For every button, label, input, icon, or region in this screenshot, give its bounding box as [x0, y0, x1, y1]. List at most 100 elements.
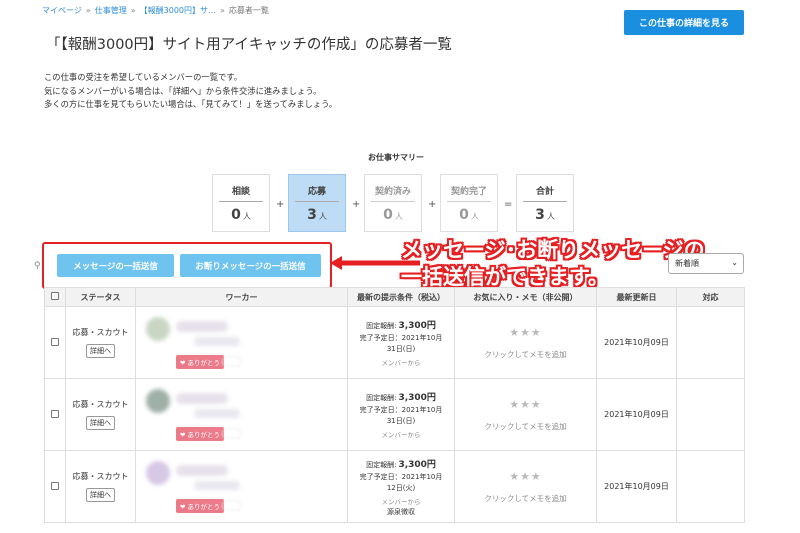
intro-line: この仕事の受注を希望しているメンバーの一覧です。 [44, 72, 243, 82]
avatar[interactable] [146, 461, 170, 485]
action-cell [676, 378, 745, 451]
summary-box-consult[interactable]: 相談 0人 [212, 174, 270, 232]
worker-name-blurred[interactable] [176, 465, 228, 476]
worker-name-blurred[interactable] [176, 321, 228, 332]
table-header-row: ステータス ワーカー 最新の提示条件（税込） お気に入り・メモ（非公開） 最新更… [44, 287, 745, 307]
status-text: 応募・スカウト [72, 328, 129, 337]
due-date: 完了予定日：2021年10月 12日(火) [359, 472, 443, 492]
applicants-table: ステータス ワーカー 最新の提示条件（税込） お気に入り・メモ（非公開） 最新更… [44, 287, 745, 523]
breadcrumb-mypage[interactable]: マイページ [42, 6, 82, 15]
summary-divider [447, 201, 491, 202]
conditions-cell: 固定報酬: 3,300円 完了予定日：2021年10月 12日(火) メンバーから … [347, 450, 455, 523]
job-detail-button[interactable]: この仕事の詳細を見る [624, 10, 744, 35]
annotation-callout: メッセージ･お断りメッセージの 一括送信ができます。 [401, 237, 705, 291]
conditions-cell: 固定報酬: 3,300円 完了予定日：2021年10月 31日(日) メンバーから [347, 378, 455, 451]
action-cell [676, 450, 745, 523]
avatar[interactable] [146, 389, 170, 413]
worker-info-blurred [194, 337, 240, 346]
sort-selected-value: 新着順 [675, 259, 699, 268]
summary-box-completed[interactable]: 契約完了 0人 [440, 174, 498, 232]
worker-info-blurred [194, 409, 240, 418]
column-header-status[interactable]: ステータス [65, 287, 136, 307]
detail-button[interactable]: 詳細へ [86, 488, 115, 502]
table-row: 応募・スカウト 詳細へ ❤ ありがとう 固定報酬: 3,300円 完了予定日：20… [44, 378, 745, 451]
thanks-count-blurred [222, 356, 242, 367]
detail-button[interactable]: 詳細へ [86, 416, 115, 430]
plus-operator: + [276, 199, 285, 210]
summary-box-apply[interactable]: 応募 3人 [288, 174, 346, 232]
summary-label: 相談 [231, 187, 250, 197]
summary-box-total: 合計 3人 [516, 174, 574, 232]
thanks-count-blurred [222, 500, 242, 511]
favorite-memo-cell: ★★★ クリックしてメモを追加 [454, 306, 597, 379]
select-all-checkbox[interactable] [51, 292, 59, 300]
detail-button[interactable]: 詳細へ [86, 344, 115, 358]
intro-line: 多くの方に仕事を見てもらいたい場合は、「見てみて！」を送ってみましょう。 [44, 99, 338, 109]
plus-operator: + [352, 199, 361, 210]
sort-select[interactable]: 新着順 ⌄ [668, 253, 744, 274]
summary-value: 0人 [383, 207, 403, 223]
summary-box-contracted[interactable]: 契約済み 0人 [364, 174, 422, 232]
thanks-count-blurred [222, 428, 242, 439]
thanks-badge[interactable]: ❤ ありがとう [176, 355, 225, 369]
avatar[interactable] [146, 317, 170, 341]
summary-value: 3人 [307, 207, 327, 223]
withholding-tax-label: 源泉徴収 [387, 507, 415, 516]
add-memo-link[interactable]: クリックしてメモを追加 [484, 422, 566, 431]
column-header-worker[interactable]: ワーカー [135, 287, 348, 307]
status-text: 応募・スカウト [72, 472, 129, 481]
worker-name-blurred[interactable] [176, 393, 228, 404]
fee-amount: 3,300円 [398, 393, 436, 403]
fee-amount: 3,300円 [398, 459, 436, 470]
breadcrumb-job[interactable]: 【報酬3000円】サ… [140, 6, 216, 15]
condition-source: メンバーから [381, 497, 421, 506]
row-select-cell [44, 450, 66, 523]
fee-amount: 3,300円 [398, 321, 436, 331]
thanks-badge[interactable]: ❤ ありがとう [176, 499, 225, 513]
column-header-updated[interactable]: 最新更新日 [596, 287, 677, 307]
breadcrumb-separator: » [85, 6, 91, 15]
callout-line: メッセージ･お断りメッセージの [401, 238, 705, 262]
summary-label: 契約完了 [450, 187, 487, 197]
add-memo-link[interactable]: クリックしてメモを追加 [484, 494, 566, 503]
status-cell: 応募・スカウト 詳細へ [65, 378, 136, 451]
row-select-cell [44, 378, 66, 451]
column-header-action: 対応 [676, 287, 745, 307]
add-memo-link[interactable]: クリックしてメモを追加 [484, 350, 566, 359]
bulk-decline-button[interactable]: お断りメッセージの一括送信 [180, 254, 321, 277]
fee-label: 固定報酬: [366, 322, 397, 330]
intro-line: 気になるメンバーがいる場合は、「詳細へ」から条件交渉に進みましょう。 [44, 85, 322, 96]
column-header-conditions[interactable]: 最新の提示条件（税込） [347, 287, 455, 307]
summary-divider [295, 201, 339, 202]
star-rating-icon[interactable]: ★★★ [455, 470, 596, 483]
status-cell: 応募・スカウト 詳細へ [65, 450, 136, 523]
summary-title: お仕事サマリー [368, 153, 424, 162]
breadcrumb: マイページ» 仕事管理» 【報酬3000円】サ…» 応募者一覧 [42, 5, 269, 16]
thanks-badge[interactable]: ❤ ありがとう [176, 427, 225, 441]
star-rating-icon[interactable]: ★★★ [455, 398, 596, 411]
worker-cell: ❤ ありがとう [135, 378, 348, 451]
favorite-memo-cell: ★★★ クリックしてメモを追加 [454, 378, 597, 451]
plus-operator: + [428, 199, 437, 210]
condition-source: メンバーから [381, 431, 421, 439]
row-checkbox[interactable] [51, 481, 59, 490]
updated-cell: 2021年10月09日 [596, 306, 677, 379]
select-all-header [44, 287, 66, 307]
bulk-message-button[interactable]: メッセージの一括送信 [57, 254, 174, 277]
status-text: 応募・スカウト [72, 400, 129, 409]
column-header-favorite-memo[interactable]: お気に入り・メモ（非公開） [454, 287, 597, 307]
breadcrumb-job-management[interactable]: 仕事管理 [95, 6, 127, 15]
summary-divider [523, 201, 567, 202]
worker-info-blurred [194, 481, 240, 490]
updated-cell: 2021年10月09日 [596, 450, 677, 523]
row-checkbox[interactable] [51, 337, 59, 346]
star-rating-icon[interactable]: ★★★ [455, 326, 596, 339]
condition-source: メンバーから [381, 359, 421, 367]
due-date: 完了予定日：2021年10月 31日(日) [359, 406, 443, 425]
summary-label: 契約済み [374, 187, 411, 197]
summary-label: 応募 [307, 187, 326, 197]
breadcrumb-current: 応募者一覧 [228, 6, 269, 15]
row-checkbox[interactable] [51, 409, 59, 418]
page-title: 「【報酬3000円】サイト用アイキャッチの作成」の応募者一覧 [46, 37, 452, 53]
breadcrumb-separator: » [220, 6, 225, 15]
